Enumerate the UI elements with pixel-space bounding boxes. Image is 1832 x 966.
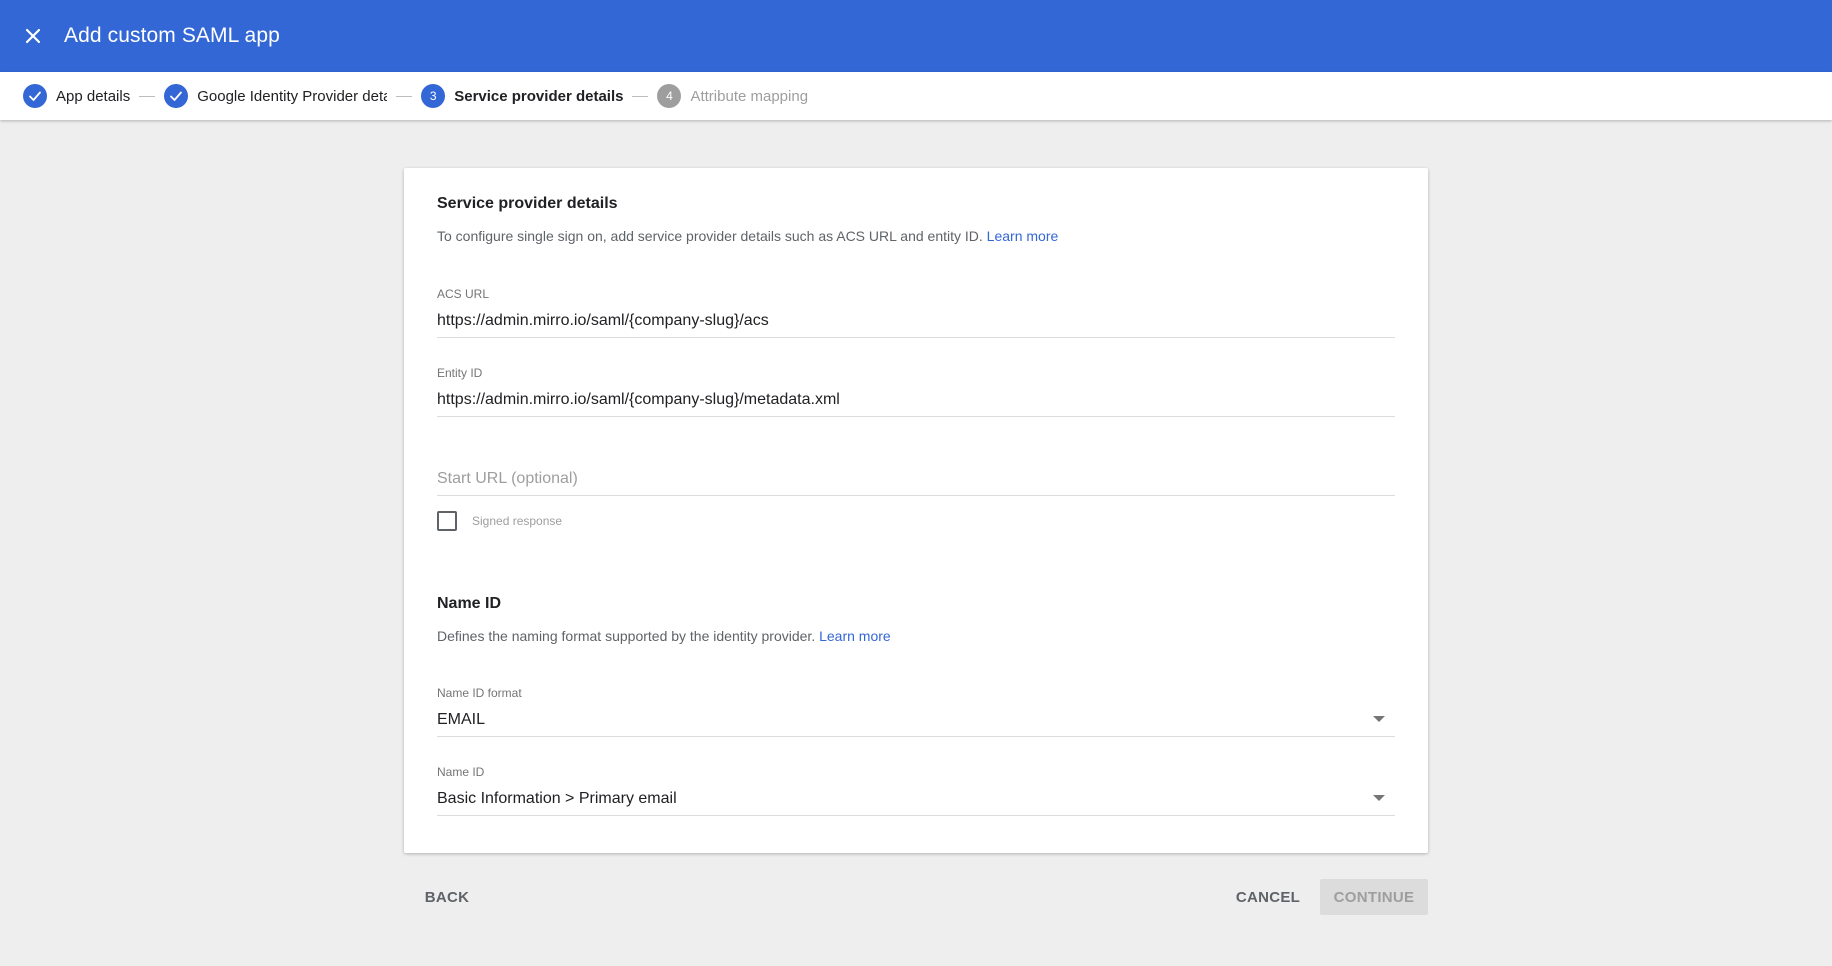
back-button[interactable]: BACK — [418, 879, 476, 915]
step-divider — [139, 95, 156, 97]
entity-id-field[interactable]: Entity ID https://admin.mirro.io/saml/{c… — [437, 366, 1395, 417]
step-google-idp-details[interactable]: Google Identity Provider details — [164, 84, 387, 108]
cancel-button[interactable]: CANCEL — [1230, 879, 1306, 915]
field-label: Name ID — [437, 765, 485, 779]
step-service-provider-details[interactable]: 3 Service provider details — [421, 84, 623, 108]
select-value[interactable]: Basic Information > Primary email — [437, 789, 1395, 816]
entity-id-input[interactable]: https://admin.mirro.io/saml/{company-slu… — [437, 390, 1395, 417]
service-provider-card: Service provider details To configure si… — [404, 168, 1428, 853]
top-app-bar: Add custom SAML app — [0, 0, 1832, 72]
step-label: Google Identity Provider details — [197, 87, 388, 105]
name-id-format-select[interactable]: Name ID format EMAIL — [437, 686, 1395, 737]
page-title: Add custom SAML app — [64, 24, 280, 47]
learn-more-link[interactable]: Learn more — [819, 628, 891, 644]
step-divider — [632, 95, 649, 97]
section-description: To configure single sign on, add service… — [437, 228, 1059, 244]
stepper: App details Google Identity Provider det… — [0, 72, 1832, 120]
continue-button[interactable]: CONTINUE — [1320, 879, 1428, 915]
step-label: Service provider details — [454, 87, 624, 105]
field-label: Name ID format — [437, 686, 522, 700]
step-number: 3 — [421, 84, 446, 108]
dropdown-arrow-icon — [1373, 795, 1385, 801]
check-icon — [164, 84, 189, 108]
check-icon — [23, 84, 47, 108]
step-label: Attribute mapping — [690, 87, 809, 105]
acs-url-field[interactable]: ACS URL https://admin.mirro.io/saml/{com… — [437, 287, 1395, 338]
step-label: App details — [56, 87, 131, 105]
section-title: Name ID — [437, 595, 502, 612]
field-label: Entity ID — [437, 366, 483, 380]
name-id-select[interactable]: Name ID Basic Information > Primary emai… — [437, 765, 1395, 816]
dropdown-arrow-icon — [1373, 716, 1385, 722]
step-app-details[interactable]: App details — [23, 84, 130, 108]
field-label: ACS URL — [437, 287, 490, 301]
signed-response-checkbox[interactable] — [437, 511, 457, 531]
start-url-field[interactable]: Start URL (optional) — [437, 445, 1395, 496]
step-attribute-mapping[interactable]: 4 Attribute mapping — [657, 84, 808, 108]
section-description: Defines the naming format supported by t… — [437, 628, 891, 644]
close-icon — [25, 28, 41, 44]
acs-url-input[interactable]: https://admin.mirro.io/saml/{company-slu… — [437, 311, 1395, 338]
close-button[interactable] — [18, 21, 48, 51]
step-divider — [396, 95, 413, 97]
start-url-input[interactable]: Start URL (optional) — [437, 469, 1395, 496]
checkbox-label: Signed response — [472, 514, 563, 528]
step-number: 4 — [657, 84, 682, 108]
select-value[interactable]: EMAIL — [437, 710, 1395, 737]
section-title: Service provider details — [437, 195, 618, 212]
signed-response-row[interactable]: Signed response — [437, 511, 562, 531]
learn-more-link[interactable]: Learn more — [987, 228, 1059, 244]
